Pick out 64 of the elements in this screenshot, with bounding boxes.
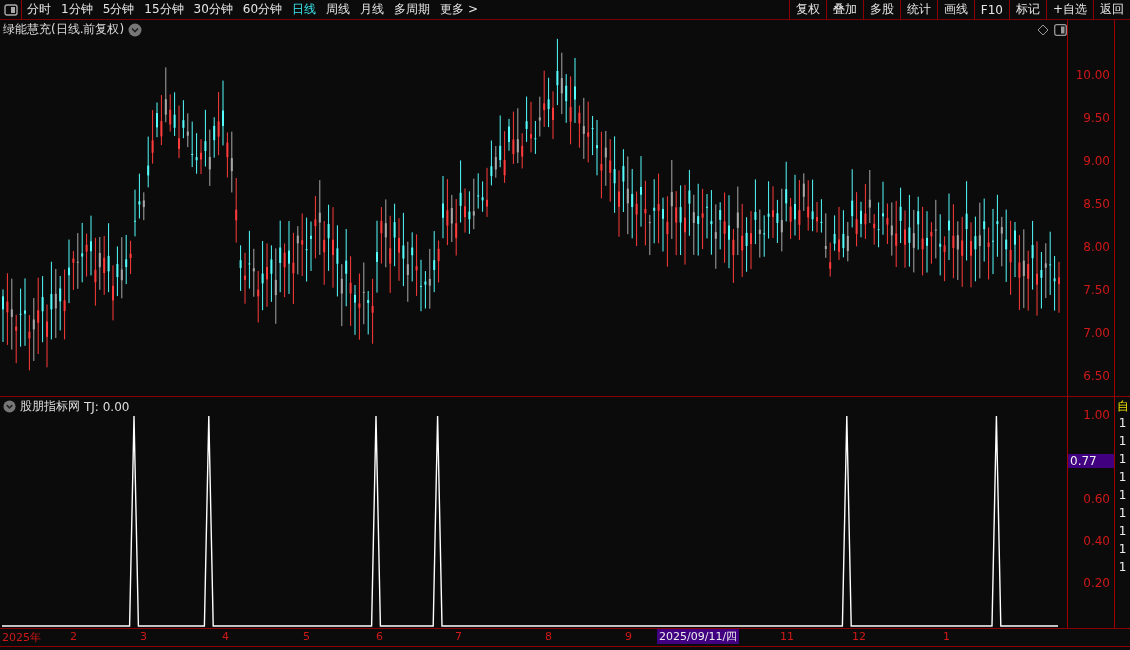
toolbar-button[interactable]: +自选 [1045, 0, 1093, 19]
period-tab[interactable]: 分时 [22, 0, 56, 19]
cursor-date-label: 2025/09/11/四 [657, 629, 740, 644]
date-label: 4 [222, 630, 229, 643]
toolbar-button[interactable]: 标记 [1008, 0, 1046, 19]
price-label: 7.50 [1083, 283, 1110, 297]
dropdown-icon[interactable] [3, 400, 16, 413]
period-tab[interactable]: 60分钟 [237, 0, 288, 19]
toolbar-button[interactable]: 统计 [899, 0, 937, 19]
axis-label: 0.60 [1083, 492, 1110, 506]
period-tab[interactable]: 1分钟 [56, 0, 98, 19]
price-label: 9.00 [1083, 154, 1110, 168]
date-label: 12 [852, 630, 866, 643]
date-label: 9 [625, 630, 632, 643]
toolbar-button[interactable]: 画线 [936, 0, 974, 19]
strip-value: 1 [1118, 560, 1127, 575]
dropdown-icon[interactable] [128, 22, 143, 37]
date-label: 3 [140, 630, 147, 643]
current-value-label: 0.77 [1068, 453, 1114, 468]
strip-value: 1 [1118, 488, 1127, 503]
axis-label: 0.40 [1083, 534, 1110, 548]
period-tab[interactable]: 月线 [355, 0, 390, 19]
price-label: 7.00 [1083, 326, 1110, 340]
toolbar-button[interactable]: F10 [973, 0, 1009, 19]
price-label: 6.50 [1083, 369, 1110, 383]
period-tab[interactable]: 更多 > [435, 0, 483, 19]
toolbar-button[interactable]: 叠加 [825, 0, 863, 19]
strip-value: 1 [1118, 524, 1127, 539]
date-label: 2025年 [2, 630, 41, 645]
strip-value: 1 [1118, 416, 1127, 431]
chart-title: 绿能慧充(日线.前复权) [3, 21, 125, 38]
period-tab[interactable]: 多周期 [389, 0, 436, 19]
axis-label: 0.20 [1083, 576, 1110, 590]
strip-value: 1 [1118, 542, 1127, 557]
date-label: 2 [70, 630, 77, 643]
indicator-name: 股朋指标网 [20, 398, 80, 415]
axis-label: 1.00 [1083, 408, 1110, 422]
price-label: 8.00 [1083, 240, 1110, 254]
toolbar-button[interactable]: 复权 [788, 0, 826, 19]
period-tab[interactable]: 15分钟 [139, 0, 189, 19]
toolbar-button[interactable]: 多股 [862, 0, 900, 19]
period-tab[interactable]: 30分钟 [188, 0, 238, 19]
date-label: 8 [545, 630, 552, 643]
strip-header: 自 [1116, 399, 1129, 413]
price-label: 8.50 [1083, 197, 1110, 211]
strip-value: 1 [1118, 470, 1127, 485]
period-tab[interactable]: 5分钟 [97, 0, 140, 19]
price-label: 9.50 [1083, 111, 1110, 125]
date-label: 1 [943, 630, 950, 643]
diamond-icon[interactable] [1037, 24, 1049, 36]
strip-value: 1 [1118, 506, 1127, 521]
period-tab[interactable]: 周线 [321, 0, 356, 19]
period-tab[interactable]: 日线 [287, 0, 322, 19]
toolbar-button[interactable]: 返回 [1093, 0, 1130, 19]
price-label: 10.00 [1075, 68, 1110, 82]
date-label: 5 [303, 630, 310, 643]
panel-icon[interactable] [1054, 24, 1067, 36]
date-label: 11 [780, 630, 794, 643]
date-label: 6 [376, 630, 383, 643]
date-label: 7 [455, 630, 462, 643]
panel-icon [3, 3, 18, 16]
indicator-reading: TJ: 0.00 [84, 399, 130, 414]
strip-value: 1 [1118, 434, 1127, 449]
strip-value: 1 [1118, 452, 1127, 467]
